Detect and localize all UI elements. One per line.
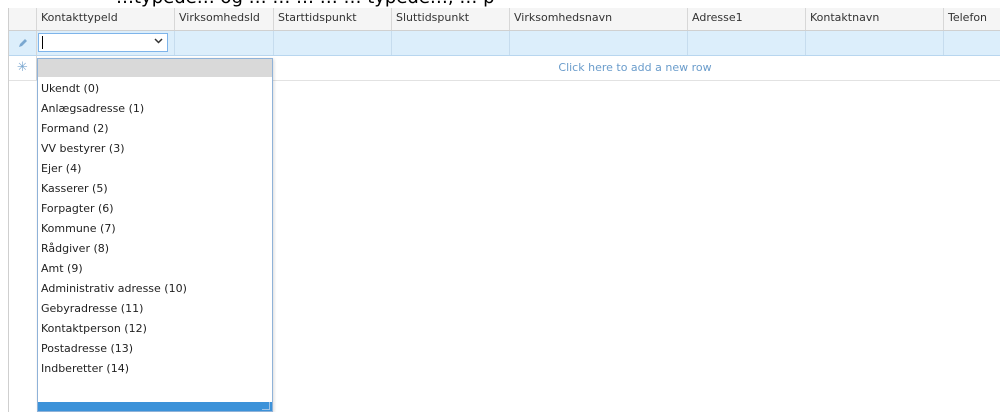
dropdown-option[interactable]: Ejer (4) [38, 159, 272, 179]
kontaktnavn-cell[interactable] [806, 31, 944, 55]
asterisk-icon: ✳ [9, 56, 37, 80]
column-header-virksomhedsid[interactable]: Virksomhedsld [175, 8, 274, 30]
dropdown-option[interactable]: Ukendt (0) [38, 79, 272, 99]
dropdown-option[interactable]: VV bestyrer (3) [38, 139, 272, 159]
chevron-down-icon[interactable] [151, 35, 165, 50]
dropdown-option[interactable]: Amt (9) [38, 259, 272, 279]
dropdown-option[interactable]: Kasserer (5) [38, 179, 272, 199]
text-caret [42, 36, 43, 49]
kontakttype-dropdown-list[interactable]: Ukendt (0) Anlægsadresse (1) Formand (2)… [37, 58, 273, 412]
sluttidspunkt-cell[interactable] [392, 31, 510, 55]
dropdown-options: Ukendt (0) Anlægsadresse (1) Formand (2)… [38, 79, 272, 379]
dropdown-option[interactable]: Formand (2) [38, 119, 272, 139]
starttidspunkt-cell[interactable] [274, 31, 392, 55]
column-header-telefon[interactable]: Telefon [944, 8, 1000, 30]
kontakttype-combobox[interactable] [38, 33, 168, 52]
dropdown-option[interactable]: Kontaktperson (12) [38, 319, 272, 339]
partial-top-text-strip: …typede… og … … … … … typede…, … p [0, 0, 1000, 8]
column-header-adresse1[interactable]: Adresse1 [688, 8, 806, 30]
virksomhedsid-cell[interactable] [175, 31, 274, 55]
adresse1-cell[interactable] [688, 31, 806, 55]
dropdown-option[interactable]: Postadresse (13) [38, 339, 272, 359]
resize-grip-icon[interactable] [262, 402, 270, 410]
virksomhedsnavn-cell[interactable] [510, 31, 688, 55]
column-header-virksomhedsnavn[interactable]: Virksomhedsnavn [510, 8, 688, 30]
dropdown-option[interactable]: Anlægsadresse (1) [38, 99, 272, 119]
row-indicator-header [9, 8, 37, 30]
pencil-icon [9, 31, 37, 55]
dropdown-option[interactable]: Forpagter (6) [38, 199, 272, 219]
column-header-kontaktnavn[interactable]: Kontaktnavn [806, 8, 944, 30]
grid-header-row: Kontakttypeld Virksomhedsld Starttidspun… [9, 8, 1000, 31]
edit-row[interactable] [9, 31, 1000, 56]
dropdown-option[interactable]: Rådgiver (8) [38, 239, 272, 259]
dropdown-option[interactable]: Indberetter (14) [38, 359, 272, 379]
top-strip-text: …typede… og … … … … … typede…, … p [116, 0, 996, 8]
dropdown-option[interactable]: Administrativ adresse (10) [38, 279, 272, 299]
column-header-starttidspunkt[interactable]: Starttidspunkt [274, 8, 392, 30]
add-new-row-prompt[interactable]: Click here to add a new row [269, 56, 1000, 80]
telefon-cell[interactable] [944, 31, 1000, 55]
dropdown-option[interactable]: Kommune (7) [38, 219, 272, 239]
dropdown-option[interactable]: Gebyradresse (11) [38, 299, 272, 319]
dropdown-empty-option[interactable] [38, 59, 272, 77]
dropdown-footer-bar [38, 402, 272, 411]
column-header-sluttidspunkt[interactable]: Sluttidspunkt [392, 8, 510, 30]
column-header-kontakttypeid[interactable]: Kontakttypeld [37, 8, 175, 30]
